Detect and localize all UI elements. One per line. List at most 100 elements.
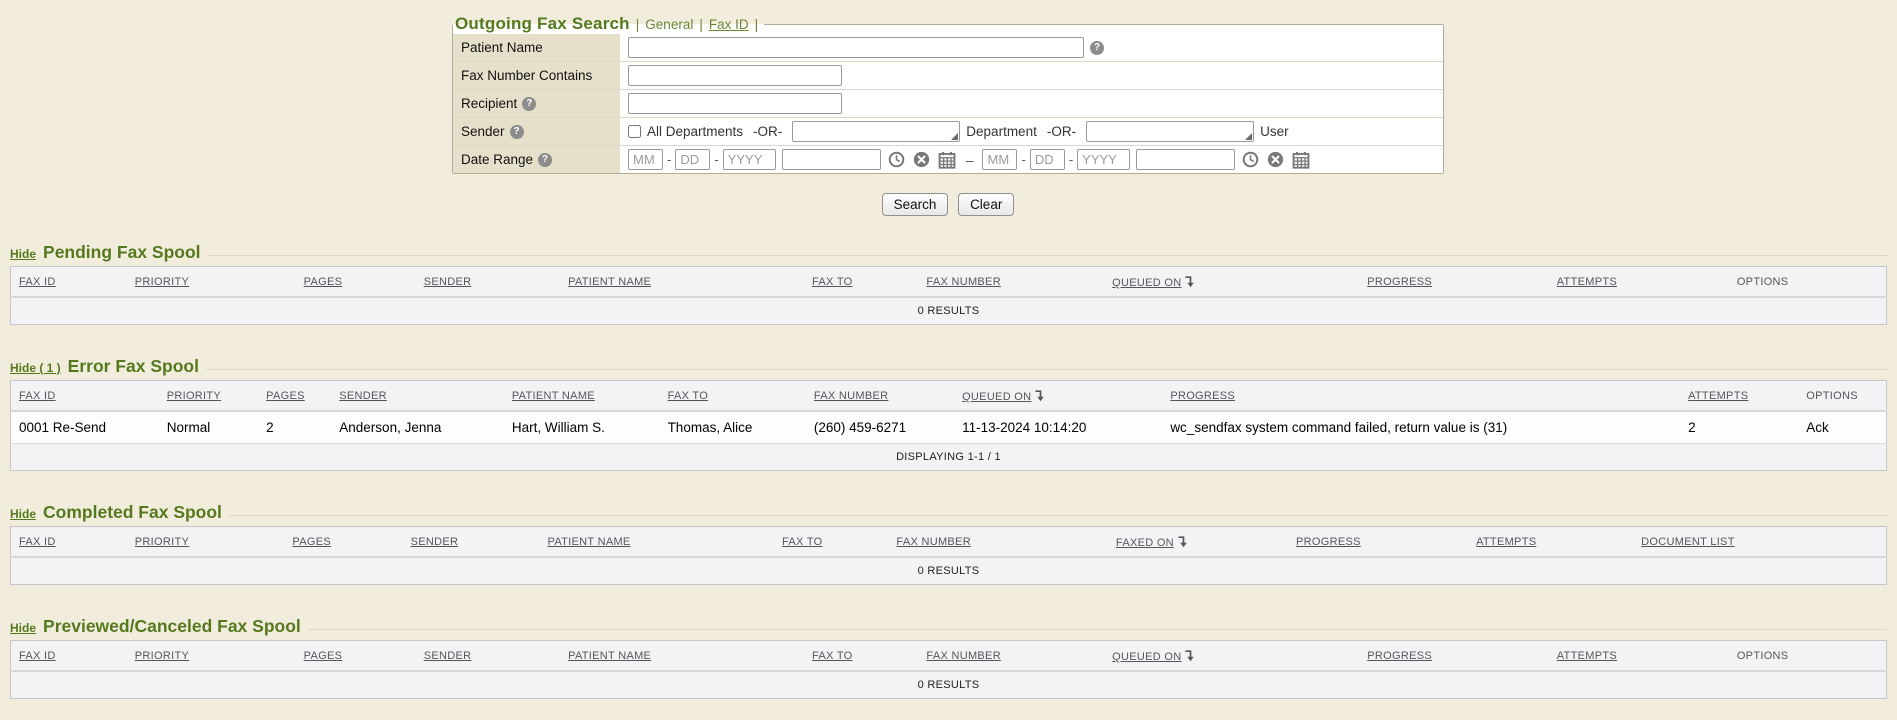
completed-fax-spool-section: Hide Completed Fax Spool FAX IDPRIORITYP… bbox=[10, 502, 1887, 585]
hide-link[interactable]: Hide ( 1 ) bbox=[10, 361, 61, 375]
hide-link[interactable]: Hide bbox=[10, 621, 36, 635]
column-header-fax-id[interactable]: FAX ID bbox=[11, 527, 127, 558]
column-header-priority[interactable]: PRIORITY bbox=[127, 527, 285, 558]
help-icon[interactable]: ? bbox=[1090, 41, 1104, 55]
recipient-input[interactable] bbox=[628, 93, 842, 114]
column-header-queued-on[interactable]: QUEUED ON bbox=[954, 381, 1162, 412]
tab-separator: | bbox=[755, 17, 759, 32]
department-input[interactable] bbox=[792, 121, 960, 142]
column-header-sender[interactable]: SENDER bbox=[403, 527, 540, 558]
column-header-fax-to[interactable]: FAX TO bbox=[804, 641, 918, 672]
help-icon[interactable]: ? bbox=[510, 125, 524, 139]
column-header-fax-number[interactable]: FAX NUMBER bbox=[806, 381, 954, 412]
column-header-fax-id[interactable]: FAX ID bbox=[11, 267, 127, 298]
table-cell: 0001 Re-Send bbox=[11, 411, 159, 444]
column-header-attempts[interactable]: ATTEMPTS bbox=[1549, 641, 1729, 672]
column-header-pages[interactable]: PAGES bbox=[284, 527, 402, 558]
date-range-separator: – bbox=[966, 152, 974, 168]
column-header-fax-number[interactable]: FAX NUMBER bbox=[888, 527, 1107, 558]
help-icon[interactable]: ? bbox=[522, 97, 536, 111]
column-header-progress[interactable]: PROGRESS bbox=[1288, 527, 1468, 558]
user-input[interactable] bbox=[1086, 121, 1254, 142]
column-header-patient-name[interactable]: PATIENT NAME bbox=[504, 381, 660, 412]
clear-date-icon[interactable] bbox=[913, 151, 930, 168]
column-header-sender[interactable]: SENDER bbox=[416, 267, 560, 298]
help-icon[interactable]: ? bbox=[538, 153, 552, 167]
column-header-priority[interactable]: PRIORITY bbox=[159, 381, 258, 412]
date-to-day-input[interactable] bbox=[1030, 149, 1065, 170]
column-header-fax-id[interactable]: FAX ID bbox=[11, 381, 159, 412]
table-cell: 11-13-2024 10:14:20 bbox=[954, 411, 1162, 444]
search-button[interactable]: Search bbox=[882, 193, 949, 216]
date-to-month-input[interactable] bbox=[982, 149, 1017, 170]
column-header-document-list[interactable]: DOCUMENT LIST bbox=[1633, 527, 1886, 558]
column-header-pages[interactable]: PAGES bbox=[296, 641, 416, 672]
results-count: 0 RESULTS bbox=[11, 671, 1887, 699]
column-header-patient-name[interactable]: PATIENT NAME bbox=[560, 641, 804, 672]
column-header-progress[interactable]: PROGRESS bbox=[1359, 267, 1548, 298]
clear-date-icon[interactable] bbox=[1267, 151, 1284, 168]
patient-name-input[interactable] bbox=[628, 37, 1084, 58]
column-header-fax-id[interactable]: FAX ID bbox=[11, 641, 127, 672]
tab-fax-id[interactable]: Fax ID bbox=[709, 17, 749, 32]
column-header-options: OPTIONS bbox=[1729, 267, 1887, 298]
calendar-icon[interactable] bbox=[1292, 151, 1310, 169]
date-to-time-input[interactable] bbox=[1136, 149, 1235, 170]
hide-link[interactable]: Hide bbox=[10, 247, 36, 261]
table-cell: Anderson, Jenna bbox=[331, 411, 504, 444]
column-header-fax-number[interactable]: FAX NUMBER bbox=[918, 267, 1104, 298]
date-from-day-input[interactable] bbox=[675, 149, 710, 170]
outgoing-fax-search-form: Outgoing Fax Search | General | Fax ID |… bbox=[452, 14, 1444, 174]
table-cell: 2 bbox=[1680, 411, 1798, 444]
clock-icon[interactable] bbox=[1242, 151, 1259, 168]
column-header-attempts[interactable]: ATTEMPTS bbox=[1468, 527, 1633, 558]
pending-fax-spool-table: FAX IDPRIORITYPAGESSENDERPATIENT NAMEFAX… bbox=[10, 266, 1887, 325]
column-header-fax-to[interactable]: FAX TO bbox=[660, 381, 806, 412]
results-count: 0 RESULTS bbox=[11, 557, 1887, 585]
all-departments-checkbox[interactable] bbox=[628, 125, 641, 138]
section-divider bbox=[208, 255, 1887, 256]
column-header-pages[interactable]: PAGES bbox=[258, 381, 331, 412]
section-title: Pending Fax Spool bbox=[43, 242, 201, 263]
column-header-attempts[interactable]: ATTEMPTS bbox=[1680, 381, 1798, 412]
column-header-faxed-on[interactable]: FAXED ON bbox=[1108, 527, 1288, 558]
date-from-month-input[interactable] bbox=[628, 149, 663, 170]
column-header-options: OPTIONS bbox=[1798, 381, 1886, 412]
column-header-pages[interactable]: PAGES bbox=[296, 267, 416, 298]
fax-number-contains-label: Fax Number Contains bbox=[453, 62, 620, 89]
table-cell: Thomas, Alice bbox=[660, 411, 806, 444]
column-header-patient-name[interactable]: PATIENT NAME bbox=[540, 527, 775, 558]
column-header-priority[interactable]: PRIORITY bbox=[127, 267, 296, 298]
form-actions: Search Clear bbox=[452, 193, 1444, 216]
clock-icon[interactable] bbox=[888, 151, 905, 168]
clear-button[interactable]: Clear bbox=[958, 193, 1014, 216]
column-header-queued-on[interactable]: QUEUED ON bbox=[1104, 267, 1359, 298]
column-header-sender[interactable]: SENDER bbox=[416, 641, 560, 672]
date-dash: - bbox=[1069, 152, 1073, 167]
calendar-icon[interactable] bbox=[938, 151, 956, 169]
patient-name-row: Patient Name ? bbox=[453, 34, 1443, 62]
date-to-year-input[interactable] bbox=[1077, 149, 1130, 170]
column-header-attempts[interactable]: ATTEMPTS bbox=[1549, 267, 1729, 298]
date-dash: - bbox=[1021, 152, 1025, 167]
column-header-fax-number[interactable]: FAX NUMBER bbox=[918, 641, 1104, 672]
column-header-progress[interactable]: PROGRESS bbox=[1359, 641, 1548, 672]
table-row: 0001 Re-SendNormal2Anderson, JennaHart, … bbox=[11, 411, 1887, 444]
fax-number-contains-input[interactable] bbox=[628, 65, 842, 86]
date-from-time-input[interactable] bbox=[782, 149, 881, 170]
previewed-canceled-fax-spool-table: FAX IDPRIORITYPAGESSENDERPATIENT NAMEFAX… bbox=[10, 640, 1887, 699]
column-header-sender[interactable]: SENDER bbox=[331, 381, 504, 412]
date-from-year-input[interactable] bbox=[723, 149, 776, 170]
column-header-fax-to[interactable]: FAX TO bbox=[774, 527, 888, 558]
section-title: Previewed/Canceled Fax Spool bbox=[43, 616, 301, 637]
column-header-priority[interactable]: PRIORITY bbox=[127, 641, 296, 672]
hide-link[interactable]: Hide bbox=[10, 507, 36, 521]
column-header-patient-name[interactable]: PATIENT NAME bbox=[560, 267, 804, 298]
column-header-progress[interactable]: PROGRESS bbox=[1162, 381, 1680, 412]
department-label: Department bbox=[966, 124, 1037, 139]
sort-desc-icon bbox=[1177, 535, 1188, 548]
column-header-queued-on[interactable]: QUEUED ON bbox=[1104, 641, 1359, 672]
tab-general[interactable]: General bbox=[645, 17, 693, 32]
table-cell: 2 bbox=[258, 411, 331, 444]
column-header-fax-to[interactable]: FAX TO bbox=[804, 267, 918, 298]
